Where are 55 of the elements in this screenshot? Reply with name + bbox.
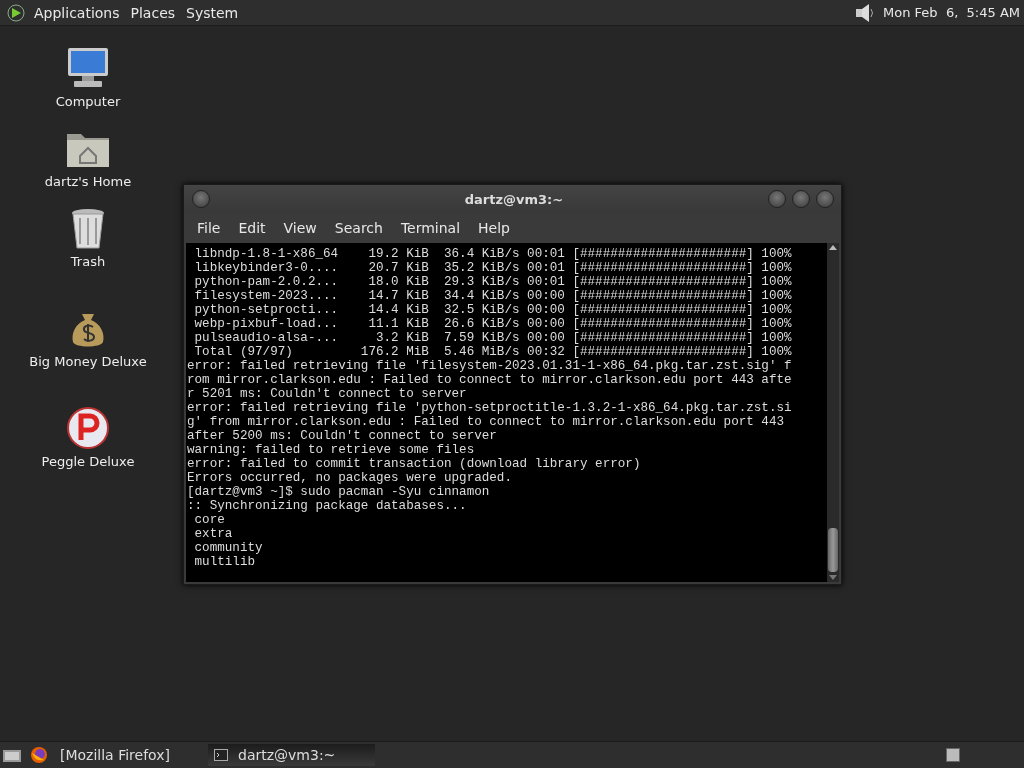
icon-label[interactable]: dartz's Home (44, 174, 132, 189)
icon-label[interactable]: Computer (55, 94, 121, 109)
terminal-line: pulseaudio-alsa-... 3.2 KiB 7.59 KiB/s 00:00 [######################] 100% (193, 331, 793, 345)
show-desktop-icon[interactable] (2, 747, 22, 763)
terminal-line: filesystem-2023.... 14.7 KiB 34.4 KiB/s 00:00 [######################] 100% (193, 289, 793, 303)
terminal-line: rom mirror.clarkson.edu : Failed to connect to mirror.clarkson.edu port 443 afte (187, 373, 793, 387)
terminal-icon (214, 749, 228, 761)
terminal-line: libndp-1.8-1-x86_64 19.2 KiB 36.4 KiB/s 00:01 [######################] 100% (193, 247, 793, 261)
terminal-line: python-pam-2.0.2... 18.0 KiB 29.3 KiB/s 00:01 [######################] 100% (193, 275, 793, 289)
menu-item[interactable]: Search (325, 220, 392, 236)
terminal-line: after 5200 ms: Couldn't connect to server (187, 429, 498, 443)
terminal-line: libkeybinder3-0.... 20.7 KiB 35.2 KiB/s 00:01 [######################] 100% (193, 261, 793, 275)
clock[interactable]: Mon Feb 6, 5:45 AM (883, 5, 1020, 20)
panel-menu[interactable]: System (182, 4, 246, 21)
icon-label[interactable]: Trash (70, 254, 106, 269)
terminal-line: Total (97/97) 176.2 MiB 5.46 MiB/s 00:32 [######################] 100% (193, 345, 793, 359)
terminal-line: error: failed retrieving file 'filesystem-2023.01.31-1-x86_64.pkg.tar.zst.sig' f (187, 359, 793, 373)
menu-item[interactable]: File (188, 220, 230, 236)
terminal-line: r 5201 ms: Couldn't connect to server (187, 387, 468, 401)
peggle-ball-icon[interactable] (64, 406, 112, 450)
terminal-line: warning: failed to retrieve some files (187, 443, 476, 457)
workspace-switcher[interactable] (946, 748, 960, 762)
scrollbar-thumb[interactable] (828, 528, 838, 572)
terminal-line: python-setprocti... 14.4 KiB 32.5 KiB/s 00:00 [######################] 100% (193, 303, 793, 317)
menu-item[interactable]: Edit (229, 220, 275, 236)
menu-item[interactable]: Help (469, 220, 519, 236)
panel-menu[interactable]: Places (126, 4, 183, 21)
icon-label[interactable]: Big Money Deluxe (29, 354, 147, 369)
minimize-button[interactable] (768, 190, 786, 208)
terminal-line: [dartz@vm3 ~]$ sudo pacman -Syu cinnamon (187, 485, 491, 499)
maximize-button[interactable] (792, 190, 810, 208)
terminal-line: core (193, 513, 226, 527)
taskbar-button[interactable]: dartz@vm3:~ (208, 744, 375, 766)
window-title: dartz@vm3:~ (463, 191, 565, 207)
taskbar-button[interactable]: [Mozilla Firefox] (54, 744, 206, 766)
terminal-line: extra (193, 527, 234, 541)
terminal-line: error: failed retrieving file 'python-setproctitle-1.3.2-1-x86_64.pkg.tar.zst.si (187, 401, 793, 415)
browser-icon[interactable] (30, 746, 48, 764)
logo-icon[interactable] (6, 2, 26, 23)
terminal-line: Errors occurred, no packages were upgraded. (187, 471, 513, 485)
menu-item[interactable]: Terminal (391, 220, 470, 236)
terminal-line: g' from mirror.clarkson.edu : Failed to connect to mirror.clarkson.edu port 443 (187, 415, 786, 429)
terminal-line: community (193, 541, 264, 555)
panel-menu[interactable]: Applications (30, 4, 127, 21)
scrollbar[interactable] (827, 243, 839, 582)
menu-item[interactable]: View (274, 220, 326, 236)
scroll-down-icon[interactable] (828, 574, 838, 582)
window-menu-button[interactable] (192, 190, 210, 208)
terminal-line: error: failed to commit transaction (download library error) (187, 457, 642, 471)
close-button[interactable] (816, 190, 834, 208)
terminal-line: :: Synchronizing package databases... (187, 499, 468, 513)
terminal-line: multilib (193, 555, 257, 569)
icon-label[interactable]: Peggle Deluxe (41, 454, 135, 469)
terminal-line: webp-pixbuf-load... 11.1 KiB 26.6 KiB/s 00:00 [######################] 100% (193, 317, 793, 331)
scroll-up-icon[interactable] (828, 243, 838, 251)
